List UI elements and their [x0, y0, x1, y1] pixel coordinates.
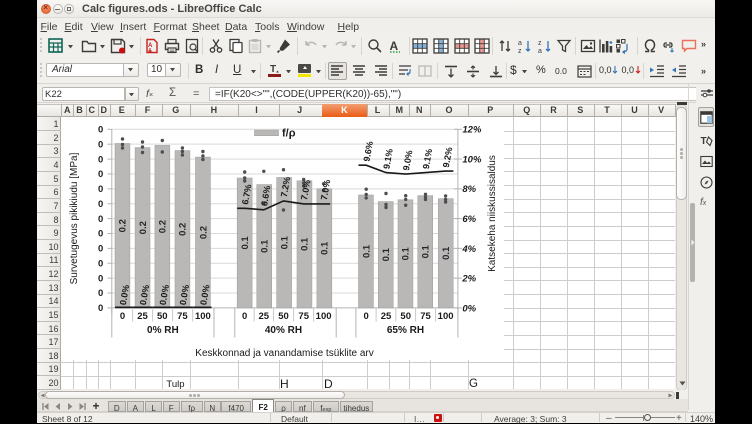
svg-text:0: 0 — [98, 288, 103, 299]
svg-text:0.2: 0.2 — [198, 225, 209, 238]
svg-text:0: 0 — [98, 169, 103, 180]
svg-text:25: 25 — [137, 311, 148, 322]
svg-text:0: 0 — [98, 273, 103, 284]
svg-text:25: 25 — [258, 311, 269, 322]
svg-text:0: 0 — [98, 258, 103, 269]
svg-text:2%: 2% — [461, 273, 476, 284]
svg-text:0: 0 — [98, 243, 103, 254]
svg-text:50: 50 — [157, 311, 168, 322]
svg-text:A: A — [389, 39, 398, 53]
svg-text:8%: 8% — [462, 184, 476, 195]
svg-text:25: 25 — [380, 311, 391, 322]
svg-text:T: T — [270, 64, 276, 75]
svg-text:100: 100 — [437, 311, 453, 322]
svg-text:0.2: 0.2 — [157, 219, 168, 232]
svg-text:0.1: 0.1 — [319, 240, 330, 254]
svg-text:0: 0 — [119, 311, 124, 322]
svg-text:0.1: 0.1 — [420, 244, 431, 258]
svg-text:75: 75 — [420, 311, 431, 322]
svg-text:T: T — [700, 136, 706, 147]
svg-text:Keskkonnad ja vanandamise tsük: Keskkonnad ja vanandamise tsüklite arv — [195, 348, 373, 359]
svg-text:12%: 12% — [462, 124, 482, 135]
svg-text:0.1: 0.1 — [239, 235, 250, 249]
svg-text:0.1: 0.1 — [279, 235, 290, 249]
svg-text:Katsekeha niiskussisaldus: Katsekeha niiskussisaldus — [487, 155, 498, 272]
svg-text:0: 0 — [98, 184, 103, 195]
svg-text:0: 0 — [98, 124, 103, 135]
svg-text:0: 0 — [98, 213, 103, 224]
svg-text:0: 0 — [98, 228, 103, 239]
svg-text:0.2: 0.2 — [137, 221, 148, 234]
svg-text:Survetugevus pikikiudu [MPa]: Survetugevus pikikiudu [MPa] — [69, 152, 80, 284]
svg-text:0: 0 — [242, 311, 247, 322]
svg-text:0.2: 0.2 — [117, 219, 128, 232]
svg-text:0.1: 0.1 — [400, 246, 411, 260]
svg-text:50: 50 — [400, 311, 411, 322]
svg-text:0: 0 — [98, 303, 103, 314]
svg-text:z: z — [538, 40, 542, 47]
svg-text:0%: 0% — [462, 303, 476, 314]
svg-text:0.1: 0.1 — [259, 238, 270, 252]
svg-text:10%: 10% — [462, 154, 482, 165]
svg-text:100: 100 — [194, 311, 210, 322]
svg-text:40% RH: 40% RH — [264, 325, 301, 336]
svg-text:0.1: 0.1 — [361, 244, 372, 258]
svg-text:50: 50 — [278, 311, 289, 322]
svg-text:0.1: 0.1 — [441, 245, 452, 259]
svg-text:0.2: 0.2 — [177, 222, 188, 235]
svg-text:0.1: 0.1 — [381, 247, 392, 261]
svg-text:75: 75 — [177, 311, 188, 322]
svg-text:0% RH: 0% RH — [147, 325, 179, 336]
svg-text:0.1: 0.1 — [299, 236, 310, 250]
svg-text:65% RH: 65% RH — [386, 325, 423, 336]
svg-text:f/ρ: f/ρ — [282, 127, 296, 139]
svg-text:0: 0 — [98, 198, 103, 209]
svg-text:100: 100 — [315, 311, 331, 322]
svg-text:0: 0 — [363, 311, 368, 322]
svg-text:75: 75 — [298, 311, 309, 322]
svg-text:6%: 6% — [462, 214, 476, 225]
svg-text:a: a — [538, 48, 542, 54]
svg-text:0: 0 — [98, 139, 103, 150]
svg-text:a: a — [518, 40, 522, 47]
svg-text:0: 0 — [98, 154, 103, 165]
svg-text:4%: 4% — [461, 243, 476, 254]
svg-text:z: z — [518, 48, 522, 54]
